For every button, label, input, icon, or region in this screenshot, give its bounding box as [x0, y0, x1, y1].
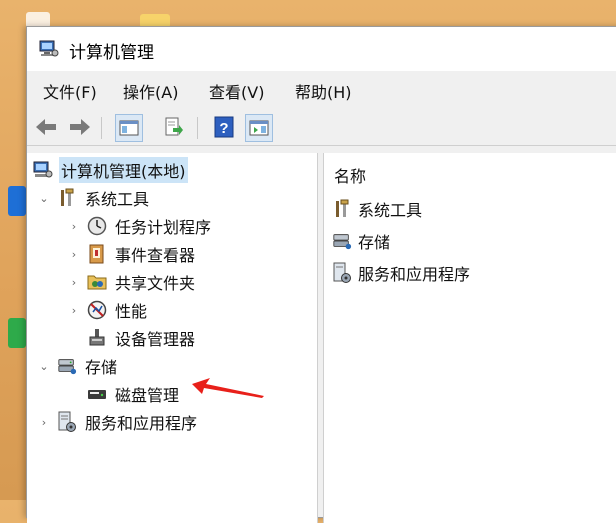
tree-item-performance[interactable]: › 性能 — [67, 297, 149, 323]
svg-text:?: ? — [219, 120, 228, 137]
help-icon: ? — [214, 116, 234, 138]
shared-folder-icon — [87, 272, 107, 292]
annotation-arrow-icon — [192, 378, 264, 398]
column-header-name[interactable]: 名称 — [334, 163, 366, 187]
list-item-system-tools[interactable]: 系统工具 — [332, 197, 422, 221]
tree-item-storage[interactable]: ⌄ 存储 — [37, 353, 119, 379]
services-apps-icon — [332, 262, 352, 283]
tree-item-shared-folders[interactable]: › 共享文件夹 — [67, 269, 197, 295]
results-pane: 名称 系统工具 存储 服务和应用程序 — [323, 153, 616, 523]
chevron-right-icon[interactable]: › — [37, 416, 51, 429]
tools-icon — [332, 199, 352, 219]
chevron-down-icon[interactable]: ⌄ — [37, 192, 51, 205]
help-button[interactable]: ? — [211, 114, 237, 140]
menu-action[interactable]: 操作(A) — [123, 79, 178, 103]
list-item-storage[interactable]: 存储 — [332, 229, 390, 253]
tree-item-root[interactable]: 计算机管理(本地) — [33, 157, 188, 183]
toolbar-separator — [101, 117, 102, 139]
tree-label: 任务计划程序 — [115, 218, 212, 237]
action-pane-button[interactable] — [245, 114, 273, 142]
list-item-label: 服务和应用程序 — [358, 265, 471, 284]
menu-file[interactable]: 文件(F) — [43, 79, 97, 103]
console-tree: 计算机管理(本地) ⌄ 系统工具 › 任务计划程序 › 事件查看器 › 共享文件… — [27, 153, 318, 523]
tree-label: 设备管理器 — [115, 330, 196, 349]
storage-icon — [332, 231, 352, 251]
toolbar: ? — [27, 109, 616, 146]
action-pane-icon — [249, 120, 269, 136]
chevron-right-icon[interactable]: › — [67, 248, 81, 261]
computer-management-icon — [39, 40, 59, 57]
chevron-right-icon[interactable]: › — [67, 276, 81, 289]
desktop-icon-blue — [8, 186, 26, 216]
list-item-label: 系统工具 — [358, 201, 423, 220]
performance-icon — [87, 300, 107, 320]
tree-item-services-apps[interactable]: › 服务和应用程序 — [37, 409, 199, 435]
chevron-down-icon[interactable]: ⌄ — [37, 360, 51, 373]
chevron-right-icon[interactable]: › — [67, 220, 81, 233]
tools-icon — [57, 188, 77, 208]
tree-label: 计算机管理(本地) — [59, 157, 188, 183]
menu-bar: 文件(F) 操作(A) 查看(V) 帮助(H) — [27, 75, 616, 105]
chevron-right-icon[interactable]: › — [67, 304, 81, 317]
toolbar-separator-2 — [197, 117, 198, 139]
forward-button[interactable] — [67, 114, 93, 140]
show-hide-tree-button[interactable] — [115, 114, 143, 142]
disk-management-icon — [87, 384, 107, 404]
computer-management-window: 计算机管理 文件(F) 操作(A) 查看(V) 帮助(H) ? 计算机管理(本地… — [26, 26, 616, 523]
tree-label: 磁盘管理 — [115, 386, 180, 405]
menu-view[interactable]: 查看(V) — [209, 79, 264, 103]
tree-label: 性能 — [115, 302, 148, 321]
tree-item-task-scheduler[interactable]: › 任务计划程序 — [67, 213, 213, 239]
computer-management-icon — [33, 160, 53, 180]
tree-label: 共享文件夹 — [115, 274, 196, 293]
tree-label: 系统工具 — [85, 190, 150, 209]
window-title: 计算机管理 — [69, 43, 154, 63]
tree-label: 服务和应用程序 — [85, 414, 198, 433]
event-viewer-icon — [87, 244, 107, 264]
forward-icon — [70, 119, 90, 135]
title-bar: 计算机管理 — [27, 27, 616, 71]
back-icon — [36, 119, 56, 135]
show-tree-icon — [119, 120, 139, 136]
list-item-label: 存储 — [358, 233, 391, 252]
menu-help[interactable]: 帮助(H) — [295, 79, 352, 103]
tree-item-disk-management[interactable]: 磁盘管理 — [87, 381, 181, 407]
export-icon — [165, 117, 183, 136]
tree-item-system-tools[interactable]: ⌄ 系统工具 — [37, 185, 151, 211]
desktop-icon-green — [8, 318, 26, 348]
tree-label: 存储 — [85, 358, 118, 377]
list-item-services-apps[interactable]: 服务和应用程序 — [332, 261, 470, 285]
tree-item-device-manager[interactable]: 设备管理器 — [87, 325, 197, 351]
tree-label: 事件查看器 — [115, 246, 196, 265]
device-manager-icon — [87, 328, 107, 348]
back-button[interactable] — [33, 114, 59, 140]
clock-icon — [87, 216, 107, 236]
services-apps-icon — [57, 411, 77, 432]
storage-icon — [57, 356, 77, 376]
tree-item-event-viewer[interactable]: › 事件查看器 — [67, 241, 197, 267]
export-list-button[interactable] — [161, 114, 187, 140]
